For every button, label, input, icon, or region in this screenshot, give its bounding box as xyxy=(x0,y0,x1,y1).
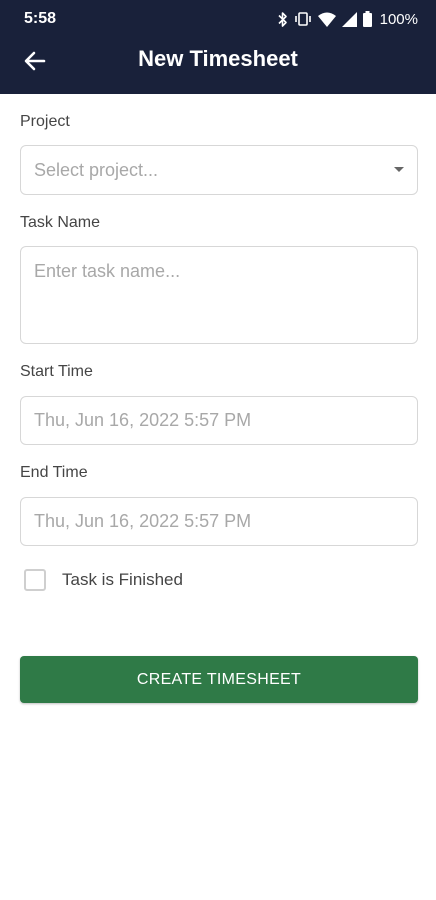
task-name-label: Task Name xyxy=(20,214,101,231)
create-timesheet-button[interactable]: CREATE TIMESHEET xyxy=(20,656,418,703)
end-time-label: End Time xyxy=(20,464,88,481)
project-placeholder: Select project... xyxy=(34,160,159,180)
task-finished-label: Task is Finished xyxy=(62,570,183,589)
project-label: Project xyxy=(20,113,70,130)
vibrate-icon xyxy=(294,12,311,26)
task-finished-checkbox[interactable] xyxy=(24,569,46,591)
end-time-field[interactable]: Thu, Jun 16, 2022 5:57 PM xyxy=(20,497,418,546)
dropdown-caret-icon xyxy=(394,167,404,172)
status-icons: 100% xyxy=(277,9,418,29)
task-finished-row[interactable]: Task is Finished xyxy=(20,568,320,592)
page-title: New Timesheet xyxy=(138,46,298,71)
start-time-field[interactable]: Thu, Jun 16, 2022 5:57 PM xyxy=(20,396,418,445)
status-bar: 5:58 100% xyxy=(0,0,436,38)
start-time-value: Thu, Jun 16, 2022 5:57 PM xyxy=(34,410,252,430)
app-bar: New Timesheet xyxy=(0,38,436,94)
project-select[interactable]: Select project... xyxy=(20,145,418,195)
task-name-placeholder: Enter task name... xyxy=(34,261,181,281)
bluetooth-icon xyxy=(278,11,287,27)
signal-icon xyxy=(341,11,357,27)
battery-icon xyxy=(362,11,372,27)
battery-percentage: 100% xyxy=(379,10,418,28)
wifi-icon xyxy=(317,12,336,27)
start-time-label: Start Time xyxy=(20,363,93,380)
task-name-input[interactable]: Enter task name... xyxy=(20,246,418,344)
status-time: 5:58 xyxy=(24,10,57,27)
end-time-value: Thu, Jun 16, 2022 5:57 PM xyxy=(34,511,252,531)
header: 5:58 100% New Timesheet xyxy=(0,0,436,94)
